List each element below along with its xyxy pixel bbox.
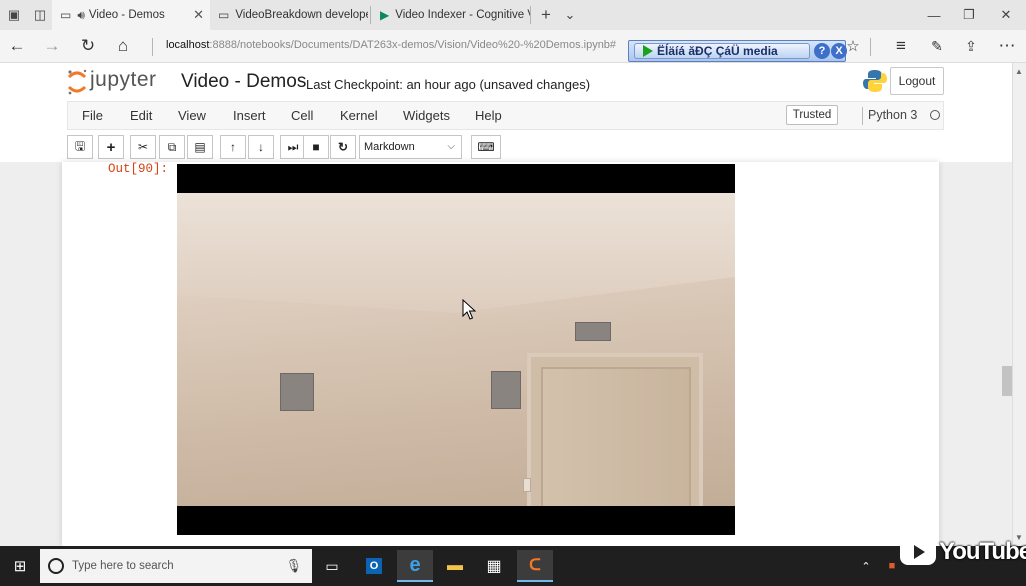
url-path: :8888/notebooks/Documents/DAT263x-demos/… bbox=[209, 39, 617, 51]
scroll-up-icon[interactable]: ▲ bbox=[1015, 67, 1023, 76]
menu-help[interactable]: Help bbox=[475, 108, 502, 123]
microphone-icon[interactable]: 🎙︎ bbox=[285, 558, 302, 574]
windows-taskbar: ⊞ Type here to search 🎙︎ ▭ O e ▬ ▦ ᑕ ⌃ ■ bbox=[0, 546, 1026, 586]
taskbar-search-box[interactable]: Type here to search 🎙︎ bbox=[40, 549, 312, 583]
forward-icon[interactable]: → bbox=[39, 34, 65, 58]
tab-title: Video - Demos bbox=[88, 9, 165, 21]
home-icon[interactable]: ⌂ bbox=[110, 34, 136, 58]
cortana-icon bbox=[48, 558, 64, 574]
close-icon[interactable]: ✕ bbox=[193, 7, 204, 23]
menu-cell[interactable]: Cell bbox=[291, 108, 313, 123]
page-icon: ▭ bbox=[60, 8, 72, 22]
restore-icon[interactable]: ❐ bbox=[955, 0, 983, 30]
windows-start-icon[interactable]: ⊞ bbox=[2, 550, 38, 582]
page-scrollbar[interactable]: ▲ ▼ bbox=[1012, 63, 1026, 546]
logout-button[interactable]: Logout bbox=[890, 67, 944, 95]
copy-icon[interactable]: ⧉ bbox=[159, 135, 185, 159]
chevron-down-icon: ⌵ bbox=[447, 141, 455, 152]
video-indexer-icon: ▶ bbox=[380, 8, 390, 22]
wall-vent bbox=[280, 373, 314, 411]
close-icon[interactable]: X bbox=[831, 43, 847, 59]
video-output[interactable] bbox=[177, 164, 735, 535]
outlook-icon[interactable]: O bbox=[356, 550, 392, 582]
more-icon[interactable]: ⋯ bbox=[994, 34, 1020, 58]
menu-widgets[interactable]: Widgets bbox=[403, 108, 450, 123]
move-up-icon[interactable]: ↑ bbox=[220, 135, 246, 159]
menu-kernel[interactable]: Kernel bbox=[340, 108, 378, 123]
pen-icon[interactable]: ✎ bbox=[924, 34, 950, 58]
tray-chevron-icon[interactable]: ⌃ bbox=[852, 550, 880, 582]
tab-title: VideoBreakdown developer bbox=[235, 9, 368, 21]
task-view-icon[interactable]: ▭ bbox=[314, 550, 350, 582]
cell-type-select[interactable]: Markdown ⌵ bbox=[359, 135, 462, 159]
checkpoint-status: Last Checkpoint: an hour ago (unsaved ch… bbox=[306, 77, 591, 92]
store-icon[interactable]: ▦ bbox=[476, 550, 512, 582]
cell-type-value: Markdown bbox=[364, 141, 415, 153]
search-placeholder: Type here to search bbox=[72, 560, 174, 572]
stop-icon[interactable]: ■ bbox=[303, 135, 329, 159]
ceiling-vent bbox=[575, 322, 611, 341]
kernel-name[interactable]: Python 3 bbox=[868, 108, 917, 122]
tab-title: Video Indexer - Cognitive V bbox=[395, 9, 530, 21]
chevron-down-icon[interactable]: ⌄ bbox=[556, 0, 584, 30]
jupyter-header: jupyter Video - Demos Last Checkpoint: a… bbox=[0, 63, 1012, 101]
file-explorer-icon[interactable]: ▬ bbox=[437, 550, 473, 582]
hub-icon[interactable]: ≡ bbox=[888, 34, 914, 58]
insert-cell-icon[interactable]: + bbox=[98, 135, 124, 159]
menu-view[interactable]: View bbox=[178, 108, 206, 123]
page-icon: ▭ bbox=[218, 8, 230, 22]
set-tabs-aside-icon[interactable]: ◫ bbox=[26, 0, 54, 30]
edge-icon[interactable]: e bbox=[397, 550, 433, 582]
save-icon[interactable]: 🖫︎ bbox=[67, 135, 93, 159]
mouse-cursor-icon bbox=[462, 299, 476, 320]
output-prompt: Out[90]: bbox=[108, 162, 169, 176]
ceiling bbox=[177, 193, 735, 313]
jupyter-logo-icon[interactable] bbox=[66, 68, 88, 96]
notebook-title[interactable]: Video - Demos bbox=[181, 71, 306, 93]
paste-icon[interactable]: ▤ bbox=[187, 135, 213, 159]
jupyter-logo-text[interactable]: jupyter bbox=[90, 68, 157, 92]
cut-icon[interactable]: ✂ bbox=[130, 135, 156, 159]
notebook-menubar: File Edit View Insert Cell Kernel Widget… bbox=[67, 101, 944, 130]
notebook-toolbar: 🖫︎ + ✂ ⧉ ▤ ↑ ↓ ⏭︎ ■ ↻ Markdown ⌵ ⌨ bbox=[67, 134, 944, 162]
video-frame bbox=[177, 193, 735, 506]
window-close-icon[interactable]: ✕ bbox=[992, 0, 1020, 30]
refresh-icon[interactable]: ↻ bbox=[75, 34, 101, 58]
speaker-icon: 🔊︎ bbox=[77, 7, 85, 22]
tab-preview-icon[interactable]: ▣ bbox=[0, 0, 28, 30]
url-field[interactable]: localhost:8888/notebooks/Documents/DAT26… bbox=[166, 39, 616, 51]
menu-insert[interactable]: Insert bbox=[233, 108, 266, 123]
keyboard-icon[interactable]: ⌨ bbox=[471, 135, 501, 159]
youtube-wordmark: YouTube bbox=[939, 538, 1026, 565]
wall-vent bbox=[491, 371, 521, 409]
tab-video-demos[interactable]: ▭ 🔊︎ Video - Demos ✕ bbox=[52, 0, 210, 30]
move-down-icon[interactable]: ↓ bbox=[248, 135, 274, 159]
youtube-watermark: YouTube bbox=[900, 538, 1026, 566]
minimize-icon[interactable]: — bbox=[920, 0, 948, 30]
browser-tab-bar: ▣ ◫ ▭ 🔊︎ Video - Demos ✕ ▭ VideoBreakdow… bbox=[0, 0, 1026, 31]
media-overlay[interactable]: Ëĺäíá ăĐÇ ÇáÜ media ? X bbox=[628, 40, 847, 62]
jupyter-taskbar-icon[interactable]: ᑕ bbox=[517, 550, 553, 582]
address-bar-row: ← → ↻ ⌂ localhost:8888/notebooks/Documen… bbox=[0, 30, 1026, 63]
scrollbar-thumb[interactable] bbox=[1002, 366, 1012, 396]
media-label: Ëĺäíá ăĐÇ ÇáÜ media bbox=[657, 44, 778, 58]
door bbox=[527, 353, 703, 506]
media-play-button[interactable]: Ëĺäíá ăĐÇ ÇáÜ media bbox=[634, 43, 810, 59]
menu-edit[interactable]: Edit bbox=[130, 108, 152, 123]
share-icon[interactable]: ⇪ bbox=[958, 34, 984, 58]
youtube-play-icon bbox=[900, 539, 936, 565]
tab-video-indexer[interactable]: ▶ Video Indexer - Cognitive V bbox=[372, 0, 530, 30]
restart-icon[interactable]: ↻ bbox=[330, 135, 356, 159]
url-host: localhost bbox=[166, 39, 210, 51]
tab-videobreakdown[interactable]: ▭ VideoBreakdown developer bbox=[210, 0, 368, 30]
back-icon[interactable]: ← bbox=[4, 34, 30, 58]
trusted-badge[interactable]: Trusted bbox=[786, 105, 838, 125]
python-logo-icon bbox=[863, 70, 887, 92]
kernel-status-icon bbox=[930, 110, 940, 120]
play-icon bbox=[643, 45, 653, 57]
help-icon[interactable]: ? bbox=[814, 43, 830, 59]
menu-file[interactable]: File bbox=[82, 108, 103, 123]
light-switch bbox=[523, 478, 531, 492]
